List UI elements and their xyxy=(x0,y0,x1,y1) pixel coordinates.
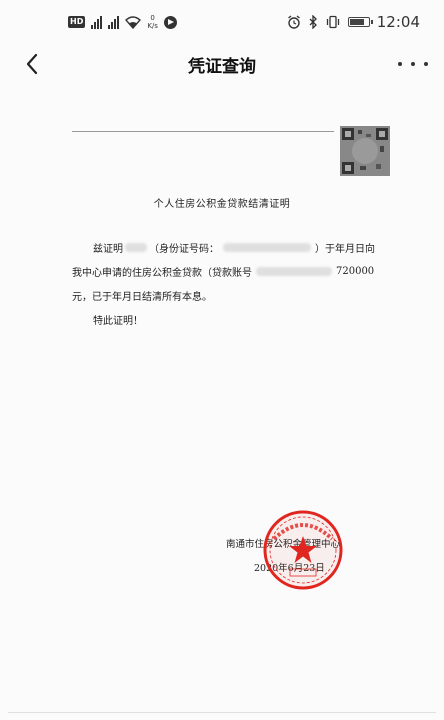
body-line-1: 兹证明 （身份证号码： ）于年月日向 xyxy=(93,243,375,255)
nav-bar: 凭证查询 xyxy=(0,44,444,84)
alarm-clock-icon xyxy=(287,15,300,29)
app-notification-icon xyxy=(163,15,177,29)
redacted-id-number xyxy=(223,243,311,252)
certificate-document: 个人住房公积金贷款结清证明 兹证明 （身份证号码： ）于年月日向 我中心申请的住… xyxy=(0,100,444,710)
bottom-divider xyxy=(8,712,436,713)
qr-code-image xyxy=(340,126,390,176)
body-line-3: 元，已于年月日结清所有本息。 xyxy=(72,292,212,303)
dot-icon xyxy=(398,62,402,66)
redacted-account-number xyxy=(256,267,332,276)
hd-badge: HD xyxy=(68,16,86,28)
body-line-2: 我中心申请的住房公积金贷款（贷款账号 720000 xyxy=(72,266,375,279)
more-options-button[interactable] xyxy=(398,54,428,74)
page-title: 凭证查询 xyxy=(188,57,256,77)
bluetooth-icon xyxy=(309,15,317,29)
official-seal-icon xyxy=(263,510,343,590)
wifi-icon xyxy=(125,15,142,29)
battery-level-fill xyxy=(349,19,365,25)
header-rule xyxy=(72,131,334,132)
net-speed: 0 K/s xyxy=(147,14,158,30)
status-time: 12:04 xyxy=(376,13,420,31)
redacted-name xyxy=(125,243,147,252)
vibrate-icon xyxy=(326,15,339,29)
status-left: HD 0 K/s xyxy=(68,12,177,32)
dot-icon xyxy=(424,62,428,66)
signal-2g-icon xyxy=(91,15,103,29)
signal-4g-icon xyxy=(108,15,120,29)
battery-icon xyxy=(347,17,373,27)
status-bar: HD 0 K/s 12:04 xyxy=(0,0,444,42)
body-line-4: 特此证明！ xyxy=(93,316,143,327)
dot-icon xyxy=(411,62,415,66)
status-right: 12:04 xyxy=(287,12,420,32)
document-title: 个人住房公积金贷款结清证明 xyxy=(153,199,291,210)
